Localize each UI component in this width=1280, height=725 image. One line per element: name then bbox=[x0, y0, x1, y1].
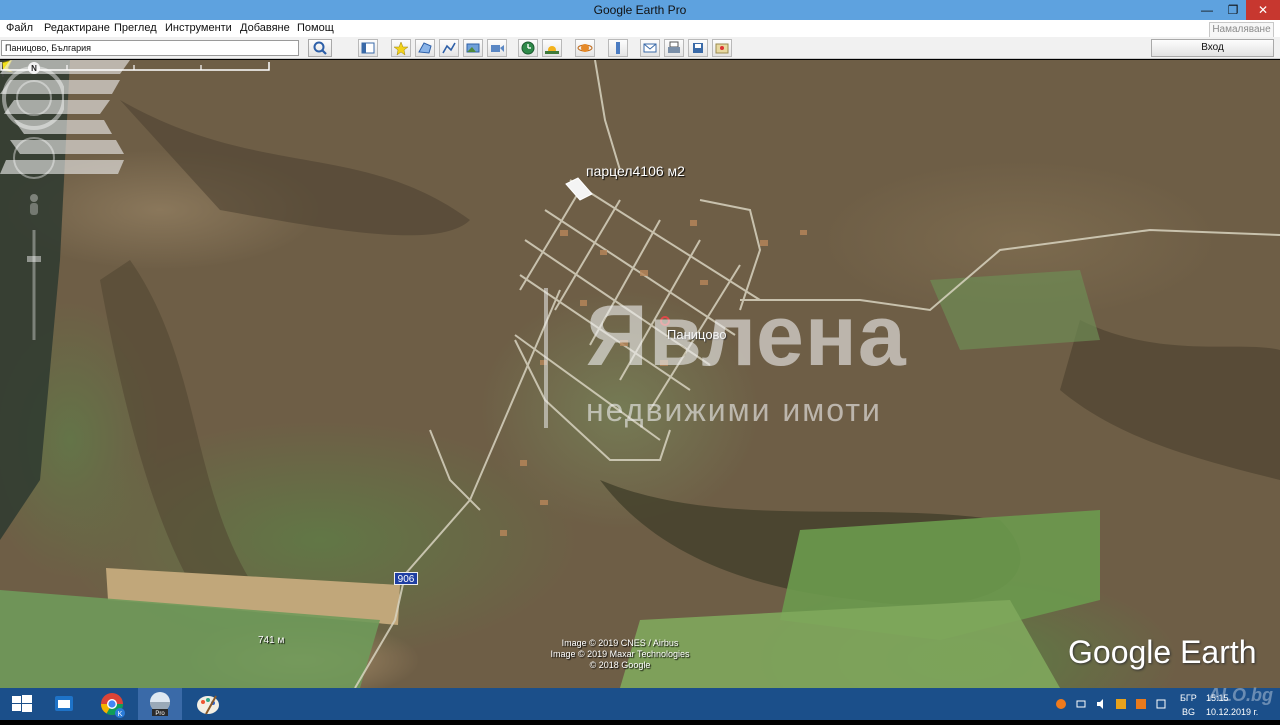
placemark-label[interactable]: парцел4106 м2 bbox=[586, 163, 685, 179]
historical-imagery-button[interactable] bbox=[518, 39, 538, 57]
magnifier-icon bbox=[313, 41, 327, 55]
google-maps-icon bbox=[715, 43, 729, 54]
paint-icon bbox=[197, 695, 219, 715]
tray-flag-icon[interactable] bbox=[1136, 699, 1146, 709]
earth-pro-badge: Pro bbox=[155, 711, 165, 717]
start-button[interactable] bbox=[0, 688, 44, 720]
menu-add[interactable]: Добавяне bbox=[240, 22, 290, 34]
compass-ring-icon[interactable]: N bbox=[2, 62, 64, 130]
menu-file[interactable]: Файл bbox=[6, 22, 33, 34]
windows-start-icon bbox=[12, 695, 32, 712]
search-input[interactable] bbox=[1, 40, 299, 56]
planets-button[interactable] bbox=[575, 39, 595, 57]
person-icon[interactable] bbox=[30, 194, 38, 215]
zoom-slider[interactable] bbox=[27, 230, 41, 340]
windows-taskbar: K Pro bbox=[0, 688, 1280, 720]
google-earth-logo: Google Earth bbox=[1068, 634, 1257, 670]
add-placemark-button[interactable] bbox=[391, 39, 411, 57]
taskbar-google-earth[interactable]: Pro bbox=[138, 688, 182, 720]
look-joystick-icon[interactable] bbox=[13, 137, 55, 179]
watermark-brand: Явлена bbox=[586, 288, 907, 384]
tray-app-icon[interactable] bbox=[1116, 699, 1126, 709]
sidebar-toggle-icon bbox=[361, 42, 375, 54]
save-image-icon bbox=[693, 43, 703, 53]
credit-line: Image © 2019 CNES / Airbus bbox=[561, 638, 679, 648]
map-view[interactable]: парцел4106 м2 Паницово 906 Явлена недвиж… bbox=[0, 60, 1280, 688]
print-icon bbox=[668, 41, 680, 53]
add-polygon-button[interactable] bbox=[415, 39, 435, 57]
menu-view[interactable]: Преглед bbox=[114, 22, 157, 34]
title-bar: Google Earth Pro — ❐ ✕ bbox=[0, 0, 1280, 20]
credit-line: © 2018 Google bbox=[589, 660, 651, 670]
ruler-button[interactable] bbox=[608, 39, 628, 57]
image-overlay-icon bbox=[466, 43, 480, 53]
tray-volume-icon[interactable] bbox=[1096, 699, 1106, 709]
window-title: Google Earth Pro bbox=[593, 3, 687, 17]
parcel-outline[interactable] bbox=[565, 177, 593, 201]
scale-label: 741 м bbox=[258, 635, 285, 646]
tray-clock-date[interactable]: 10.12.2019 г. bbox=[1206, 707, 1258, 717]
navigation-controls[interactable]: N bbox=[0, 60, 64, 350]
chrome-icon: K bbox=[101, 693, 125, 718]
credit-line: Image © 2019 Maxar Technologies bbox=[550, 649, 690, 659]
google-earth-pro-icon: Pro bbox=[150, 692, 170, 717]
historical-imagery-icon bbox=[521, 41, 535, 55]
polygon-icon bbox=[418, 42, 432, 54]
toolbar: Вход bbox=[0, 37, 1280, 59]
image-overlay-button[interactable] bbox=[463, 39, 483, 57]
sidebar-toggle-button[interactable] bbox=[358, 39, 378, 57]
menu-bar: Файл Редактиране Преглед Инструменти Доб… bbox=[0, 20, 1280, 37]
compass-north-label: N bbox=[31, 64, 37, 73]
outlook-icon bbox=[55, 696, 73, 711]
sunlight-button[interactable] bbox=[542, 39, 562, 57]
record-tour-button[interactable] bbox=[487, 39, 507, 57]
tray-language-top[interactable]: БГР bbox=[1180, 693, 1197, 703]
menu-help[interactable]: Помощ bbox=[297, 22, 334, 34]
imagery-credits: Image © 2019 CNES / Airbus Image © 2019 … bbox=[520, 638, 720, 671]
print-button[interactable] bbox=[664, 39, 684, 57]
taskbar-paint[interactable] bbox=[186, 688, 230, 720]
watermark-divider bbox=[544, 288, 548, 428]
tray-network-icon[interactable] bbox=[1076, 699, 1086, 709]
planets-icon bbox=[577, 44, 593, 52]
ruler-icon bbox=[616, 42, 620, 54]
login-button[interactable]: Вход bbox=[1151, 39, 1274, 57]
email-icon bbox=[643, 43, 657, 53]
chrome-profile-badge: K bbox=[118, 711, 123, 718]
taskbar-chrome[interactable]: K bbox=[90, 688, 134, 720]
close-button[interactable]: ✕ bbox=[1246, 0, 1280, 20]
tray-avast-icon[interactable] bbox=[1056, 699, 1066, 709]
path-icon bbox=[442, 42, 456, 54]
minimize-panel-button[interactable]: Намаляване bbox=[1209, 22, 1274, 38]
sunlight-icon bbox=[545, 46, 559, 54]
watermark-tagline: недвижими имоти bbox=[586, 392, 882, 428]
tray-language-bottom[interactable]: BG bbox=[1182, 707, 1195, 717]
tray-notification-icon[interactable] bbox=[1156, 699, 1166, 709]
add-path-button[interactable] bbox=[439, 39, 459, 57]
email-button[interactable] bbox=[640, 39, 660, 57]
maximize-button[interactable]: ❐ bbox=[1220, 0, 1246, 20]
search-button[interactable] bbox=[308, 39, 332, 57]
taskbar-outlook[interactable] bbox=[42, 688, 86, 720]
menu-tools[interactable]: Инструменти bbox=[165, 22, 232, 34]
save-image-button[interactable] bbox=[688, 39, 708, 57]
google-maps-button[interactable] bbox=[712, 39, 732, 57]
tour-record-icon bbox=[491, 45, 504, 52]
menu-edit[interactable]: Редактиране bbox=[44, 22, 110, 34]
placemark-icon bbox=[393, 41, 409, 56]
site-watermark: ALO.bg bbox=[1208, 685, 1273, 705]
road-shield: 906 bbox=[394, 572, 418, 585]
minimize-button[interactable]: — bbox=[1194, 0, 1220, 20]
